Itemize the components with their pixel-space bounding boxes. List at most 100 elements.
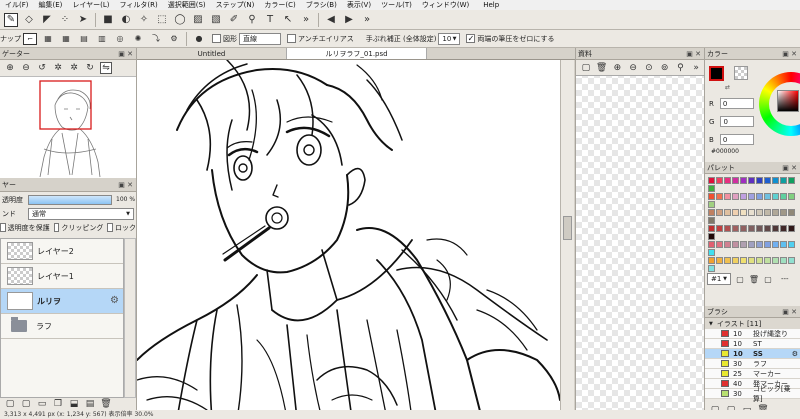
blue-input[interactable]: 0	[719, 134, 754, 145]
step-forward-icon[interactable]: ▶	[342, 13, 356, 27]
brush-item[interactable]: 10 投げ縄塗り	[705, 329, 800, 339]
eyedropper-icon[interactable]: ⚲	[675, 62, 687, 74]
palette-swatch[interactable]	[787, 240, 795, 248]
brush-item[interactable]: 30 コピック[乗算]	[705, 385, 800, 403]
shape-checkbox[interactable]	[212, 34, 221, 43]
palette-swatch[interactable]	[763, 240, 771, 248]
palette-swatch[interactable]	[747, 240, 755, 248]
swap-colors-icon[interactable]: ⇄	[725, 84, 730, 91]
canvas-scrollbar[interactable]	[560, 60, 574, 419]
menu-item[interactable]: 表示(V)	[342, 0, 376, 10]
drawing-canvas[interactable]	[137, 60, 560, 419]
pressure-checkbox[interactable]	[466, 34, 476, 43]
palette-swatch[interactable]	[715, 192, 723, 200]
gear-icon[interactable]: ⚙	[792, 350, 798, 358]
menu-item[interactable]: ブラシ(B)	[301, 0, 342, 10]
palette-swatch[interactable]	[747, 224, 755, 232]
palette-swatch[interactable]	[771, 208, 779, 216]
green-input[interactable]: 0	[720, 116, 755, 127]
pointer-icon[interactable]: ↖	[281, 13, 295, 27]
palette-swatch[interactable]	[771, 240, 779, 248]
palette-swatch[interactable]	[731, 208, 739, 216]
select-pen-icon[interactable]: ✐	[227, 13, 241, 27]
palette-swatch[interactable]	[763, 224, 771, 232]
palette-swatch[interactable]	[707, 224, 715, 232]
palette-swatch[interactable]	[707, 248, 715, 256]
brush-group[interactable]: ▼ イラスト [11]	[705, 318, 800, 329]
delete-material-icon[interactable]: 🗑	[596, 62, 608, 74]
menu-item[interactable]: レイヤー(L)	[67, 0, 114, 10]
palette-swatch[interactable]	[739, 208, 747, 216]
palette-swatch[interactable]	[763, 192, 771, 200]
more-icon[interactable]: »	[299, 13, 313, 27]
shape-select[interactable]: 直線	[239, 32, 281, 45]
snap-circle-icon[interactable]: ◎	[113, 32, 127, 46]
palette-swatch[interactable]	[739, 176, 747, 184]
menu-item[interactable]: フィルタ(R)	[115, 0, 163, 10]
copy-layer-icon[interactable]: ❐	[52, 398, 64, 410]
step-back-icon[interactable]: ◀	[324, 13, 338, 27]
palette-swatch[interactable]	[731, 192, 739, 200]
flip-icon[interactable]: ⇋	[100, 62, 112, 74]
snap-grid-icon[interactable]: ▦	[41, 32, 55, 46]
copy-palette-icon[interactable]: ▢	[763, 274, 773, 284]
reset-zoom-icon[interactable]: ✲	[52, 62, 64, 74]
protect-checkbox[interactable]	[0, 223, 6, 232]
snap-radial-icon[interactable]: ✺	[131, 32, 145, 46]
palette-swatch[interactable]	[707, 232, 715, 240]
palette-swatch[interactable]	[739, 256, 747, 264]
layer-item[interactable]: レイヤー2	[1, 239, 123, 264]
text-icon[interactable]: T	[263, 13, 277, 27]
color-wheel[interactable]	[759, 70, 800, 138]
brush-select-icon[interactable]: ▧	[209, 13, 223, 27]
reset-rotate-icon[interactable]: ✲	[68, 62, 80, 74]
palette-swatch[interactable]	[715, 240, 723, 248]
eraser-icon[interactable]: ◇	[22, 13, 36, 27]
clipping-checkbox[interactable]	[53, 223, 60, 232]
menu-item[interactable]: イル(F)	[0, 0, 34, 10]
clear-layer-icon[interactable]: ▤	[84, 398, 96, 410]
blend-select[interactable]: 通常 ▼	[28, 208, 134, 220]
palette-swatch[interactable]	[787, 176, 795, 184]
new-layer2-icon[interactable]: ▢	[20, 398, 32, 410]
panel-controls-icon[interactable]: ▣ ✕	[782, 50, 800, 58]
brush-item[interactable]: 25 マーカー	[705, 369, 800, 379]
panel-controls-icon[interactable]: ▣ ✕	[782, 308, 800, 316]
stabilizer-select[interactable]: 10 ▼	[438, 32, 461, 45]
palette-swatch[interactable]	[771, 176, 779, 184]
more-icon[interactable]: »	[360, 13, 374, 27]
layer-item[interactable]: レイヤー1	[1, 264, 123, 289]
palette-swatch[interactable]	[747, 192, 755, 200]
new-layer-icon[interactable]: ▢	[4, 398, 16, 410]
palette-swatch[interactable]	[755, 256, 763, 264]
palette-swatch[interactable]	[731, 176, 739, 184]
scrollbar-thumb[interactable]	[563, 216, 572, 240]
layers-scrollbar[interactable]	[124, 238, 136, 398]
zoom-out-icon[interactable]: ⊖	[627, 62, 639, 74]
rotate-right-icon[interactable]: ↻	[84, 62, 96, 74]
move-icon[interactable]: ➤	[76, 13, 90, 27]
menu-item[interactable]: カラー(C)	[259, 0, 300, 10]
menu-item[interactable]: ツール(T)	[376, 0, 417, 10]
palette-swatch[interactable]	[771, 224, 779, 232]
palette-swatch[interactable]	[763, 176, 771, 184]
palette-swatch[interactable]	[739, 240, 747, 248]
palette-swatch[interactable]	[755, 192, 763, 200]
panel-controls-icon[interactable]: ▣ ✕	[118, 50, 136, 58]
palette-swatch[interactable]	[707, 256, 715, 264]
palette-swatch[interactable]	[755, 240, 763, 248]
menu-item[interactable]: 編集(E)	[34, 0, 68, 10]
palette-swatch[interactable]	[787, 208, 795, 216]
palette-swatch[interactable]	[747, 256, 755, 264]
fill-select-icon[interactable]: ▨	[191, 13, 205, 27]
palette-swatch[interactable]	[779, 176, 787, 184]
palette-swatch[interactable]	[707, 192, 715, 200]
menu-item[interactable]: ウィンドウ(W)	[417, 0, 474, 10]
palette-swatch[interactable]	[723, 256, 731, 264]
lasso-icon[interactable]: ◯	[173, 13, 187, 27]
palette-swatch[interactable]	[731, 224, 739, 232]
trash-icon[interactable]: 🗑	[100, 398, 112, 410]
palette-swatch[interactable]	[779, 224, 787, 232]
layer-folder[interactable]: ラフ	[1, 314, 123, 339]
new-material-icon[interactable]: ▢	[580, 62, 592, 74]
